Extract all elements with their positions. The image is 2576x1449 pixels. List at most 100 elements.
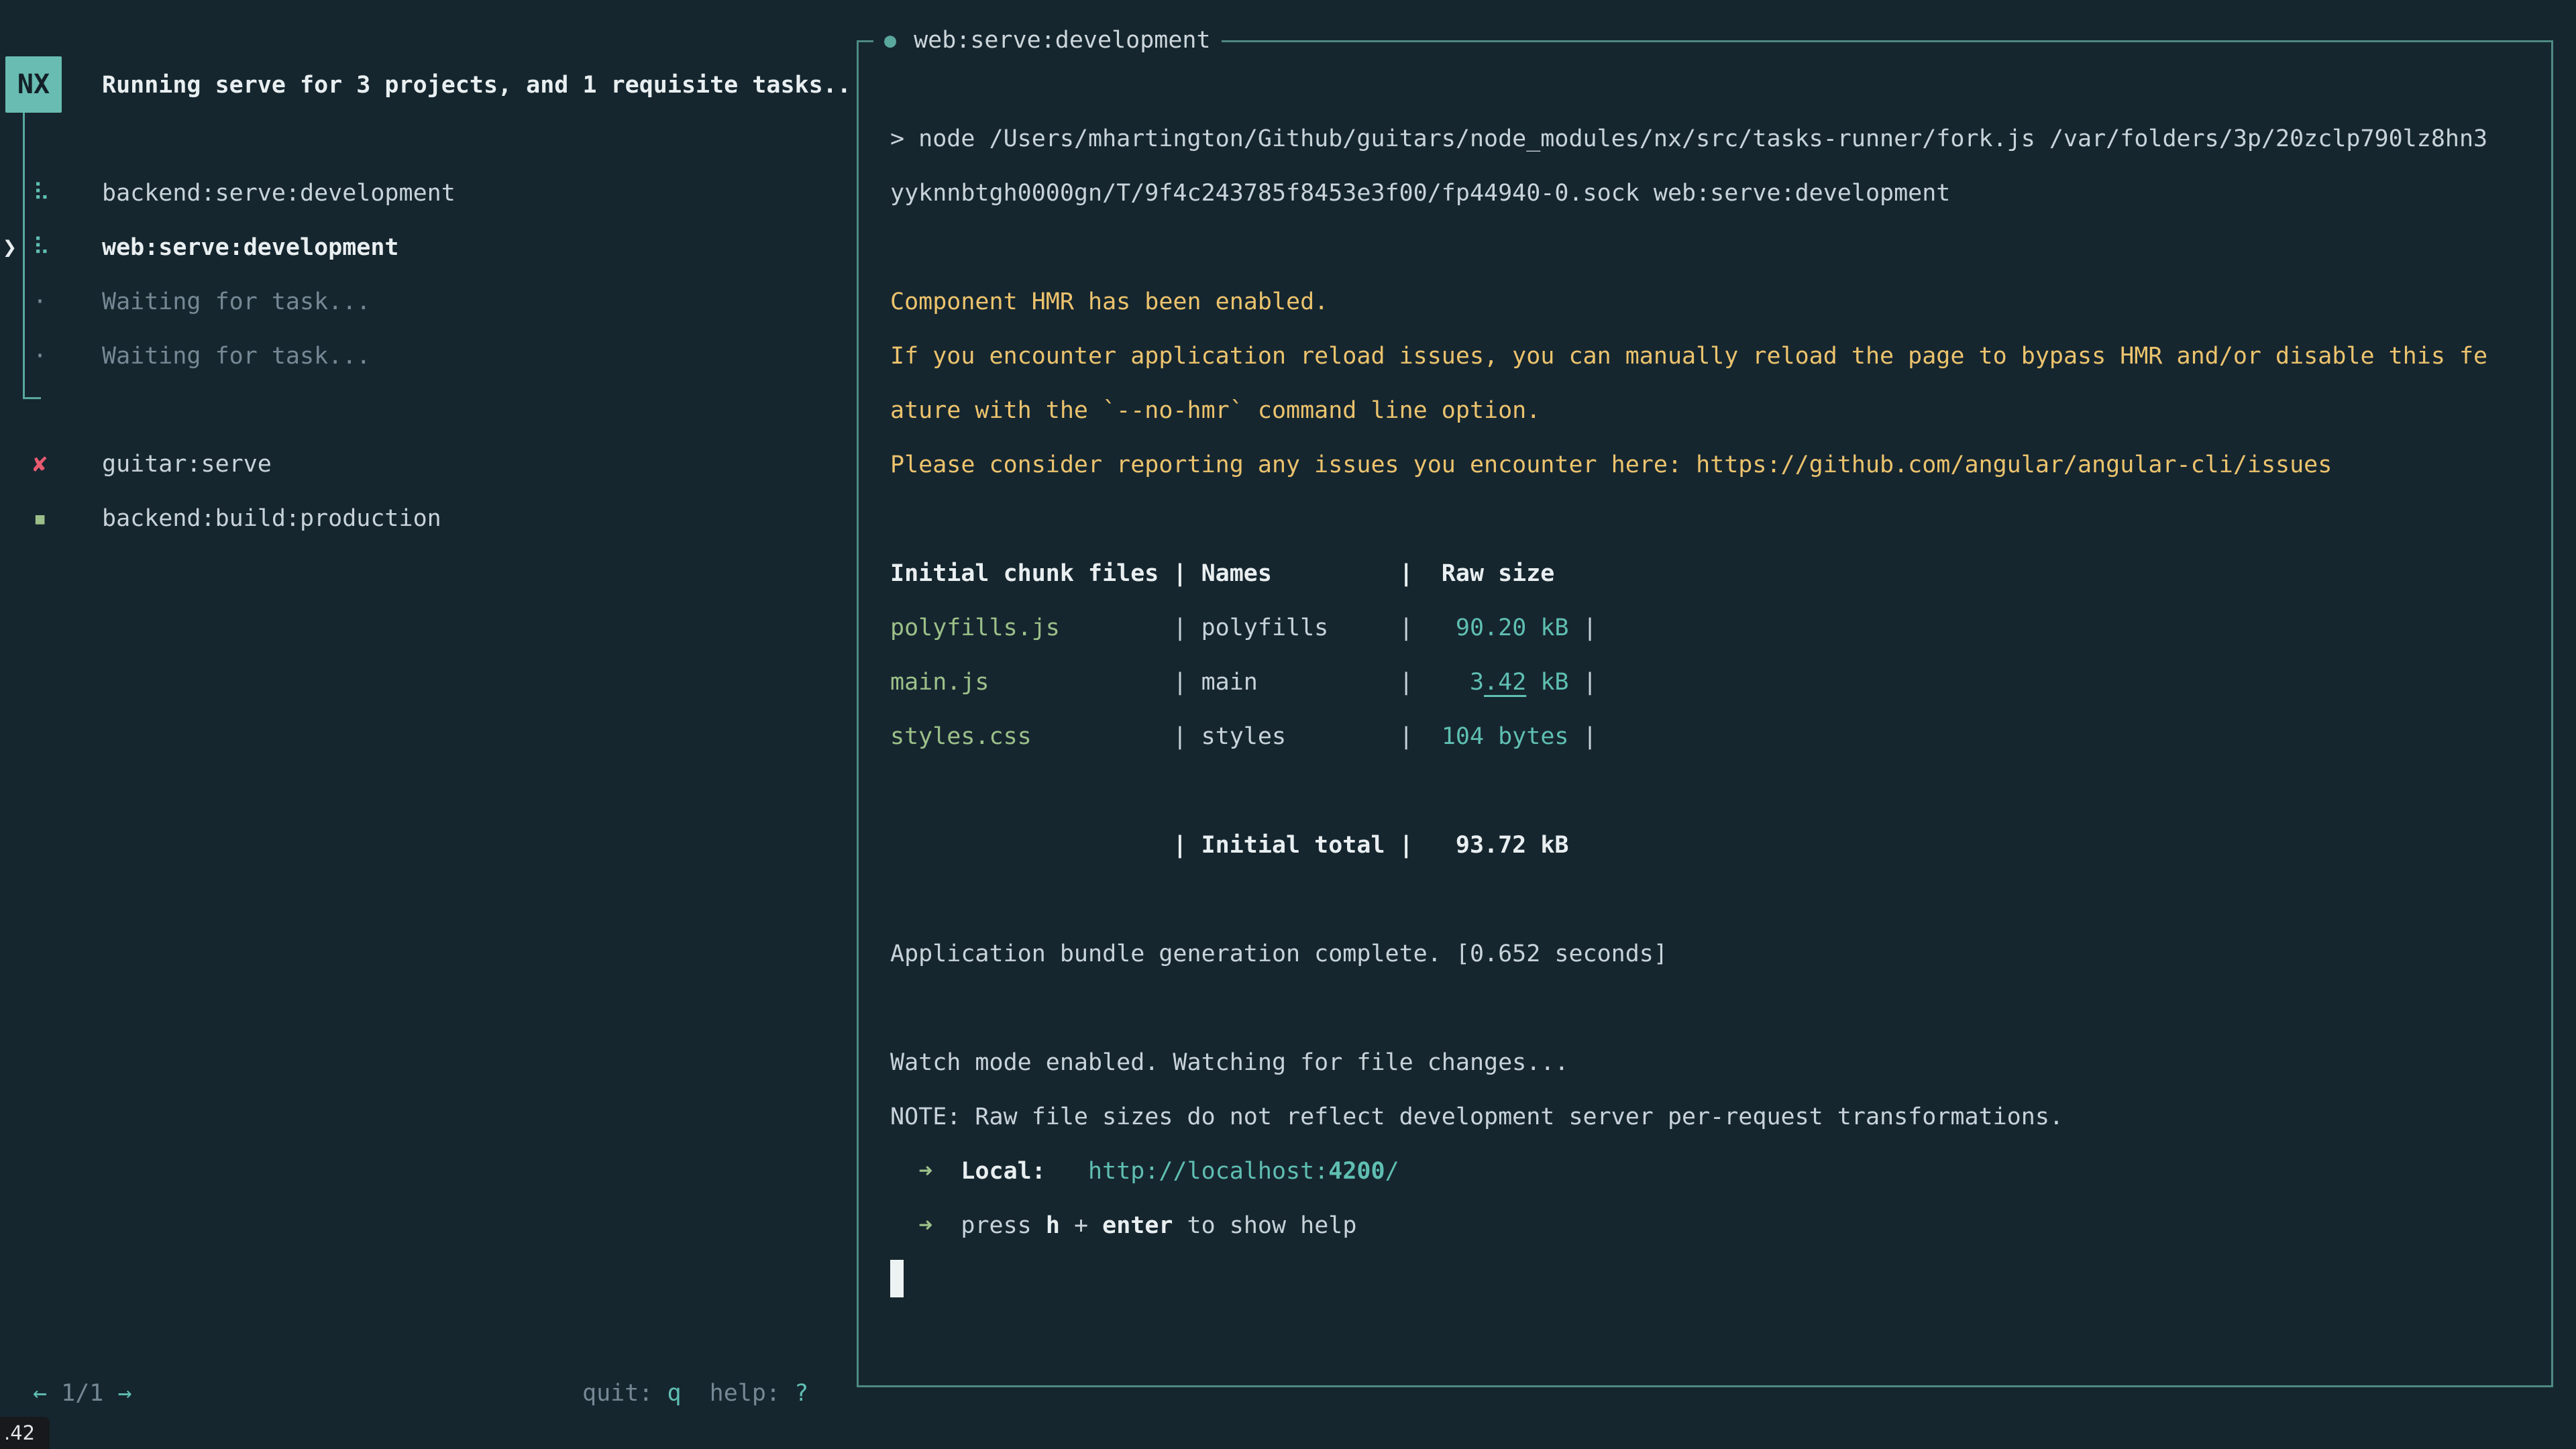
text-segment: Initial chunk files | Names | Raw size (890, 560, 1554, 587)
keyboard-hints: quit: q help: ? (582, 1368, 808, 1418)
spinner-icon: ⠧ (33, 166, 50, 221)
pending-dot-icon: · (33, 275, 47, 329)
pending-dot-icon: · (33, 329, 47, 384)
local-url-link[interactable]: http://localhost: (1088, 1158, 1328, 1185)
terminal-line: ➜ press h + enter to show help (890, 1199, 2534, 1253)
task-label: guitar:serve (102, 451, 272, 478)
text-segment: kB (1526, 669, 1568, 696)
text-segment (1428, 723, 1442, 750)
terminal-line: ature with the `--no-hmr` command line o… (890, 384, 2534, 438)
text-segment: press (961, 1212, 1045, 1239)
task-row[interactable]: ⠧ backend:serve:development (0, 166, 852, 221)
text-segment: 104 bytes (1442, 723, 1569, 750)
terminal-line: Component HMR has been enabled. (890, 275, 2534, 329)
text-segment (1428, 614, 1456, 641)
text-segment: Please consider reporting any issues you… (890, 451, 2332, 478)
status-overlay: .42 (0, 1417, 50, 1449)
terminal-line: main.js | main | 3.42 kB | (890, 655, 2534, 710)
text-segment: Initial total (1201, 832, 1385, 859)
text-segment: 90.20 kB (1456, 614, 1569, 641)
text-segment: h (1046, 1212, 1060, 1239)
terminal-line: If you encounter application reload issu… (890, 329, 2534, 384)
panel-title: ● web:serve:development (873, 19, 1222, 62)
text-segment: 93.72 kB (1428, 832, 1569, 859)
task-row[interactable]: ❯ ⠧ web:serve:development (0, 221, 852, 275)
text-segment: enter (1102, 1212, 1173, 1239)
text-segment: + (1060, 1212, 1102, 1239)
quit-hint-label: quit: (582, 1380, 667, 1407)
task-label: Waiting for task... (102, 288, 370, 315)
task-row[interactable]: ✘ guitar:serve (0, 437, 852, 492)
text-segment: polyfills | (1201, 614, 1428, 641)
terminal-line: Watch mode enabled. Watching for file ch… (890, 1036, 2534, 1090)
task-row[interactable]: ▪ backend:build:production (0, 492, 852, 546)
text-segment: Component HMR has been enabled. (890, 288, 1328, 315)
terminal-line: ➜ Local: http://localhost:4200/ (890, 1144, 2534, 1199)
terminal-line (890, 1253, 2534, 1307)
task-row[interactable]: ·Waiting for task... (0, 329, 852, 384)
text-segment: Watch mode enabled. Watching for file ch… (890, 1049, 1568, 1076)
help-hint-label: help: (710, 1380, 794, 1407)
text-segment: main | (1201, 669, 1428, 696)
spinner-icon: ⠧ (33, 221, 50, 275)
task-list: ⠧ backend:serve:development ❯ ⠧ web:serve:de… (0, 166, 852, 384)
run-summary-title: Running serve for 3 projects, and 1 requ… (102, 70, 851, 101)
terminal-line: styles.css | styles | 104 bytes | (890, 710, 2534, 764)
text-segment (890, 1158, 918, 1185)
hint-separator (682, 1380, 710, 1407)
task-label: backend:serve:development (102, 180, 455, 207)
task-label: web:serve:development (102, 234, 399, 261)
terminal-output: > node /Users/mhartington/Github/guitars… (890, 112, 2534, 1307)
text-segment: If you encounter application reload issu… (890, 343, 2487, 370)
text-segment: | (1568, 669, 1597, 696)
text-segment: | (1568, 614, 1597, 641)
pager-prev-icon[interactable]: ← (33, 1380, 47, 1407)
terminal-line: Application bundle generation complete. … (890, 927, 2534, 981)
task-label: backend:build:production (102, 505, 441, 532)
panel-title-text: web:serve:development (914, 27, 1211, 54)
selected-chevron-icon: ❯ (3, 221, 17, 275)
text-segment: Application bundle generation complete. … (890, 941, 1668, 967)
text-segment: Local: (961, 1158, 1045, 1185)
text-segment: styles.css (890, 723, 1032, 750)
text-segment: to show help (1173, 1212, 1356, 1239)
nx-logo: NX (5, 56, 62, 113)
running-bullet-icon: ● (884, 29, 896, 52)
text-segment (1428, 669, 1470, 696)
help-key: ? (794, 1380, 808, 1407)
text-segment: main.js (890, 669, 989, 696)
text-segment[interactable]: / (1385, 1158, 1399, 1185)
text-segment (932, 1158, 961, 1185)
terminal-line: polyfills.js | polyfills | 90.20 kB | (890, 601, 2534, 655)
terminal-line: | Initial total | 93.72 kB (890, 818, 2534, 873)
success-square-icon: ▪ (33, 492, 47, 546)
text-segment (890, 1212, 918, 1239)
text-segment: ature with the `--no-hmr` command line o… (890, 397, 1540, 424)
pager-page-indicator: 1/1 (47, 1380, 117, 1407)
terminal-line: Please consider reporting any issues you… (890, 438, 2534, 492)
text-segment: styles | (1201, 723, 1428, 750)
text-segment: > node /Users/mhartington/Github/guitars… (890, 125, 2487, 152)
text-segment: | (1568, 723, 1597, 750)
text-segment: yyknnbtgh0000gn/T/9f4c243785f8453e3f00/f… (890, 180, 1950, 207)
terminal-line: Initial chunk files | Names | Raw size (890, 547, 2534, 601)
text-segment: | (1032, 723, 1201, 750)
quit-key: q (667, 1380, 681, 1407)
terminal-cursor (890, 1260, 904, 1297)
text-segment: | (989, 669, 1201, 696)
local-url-port[interactable]: 4200 (1328, 1158, 1385, 1185)
text-segment: | (1060, 614, 1201, 641)
pager-next-icon[interactable]: → (117, 1380, 131, 1407)
completed-task-list: ✘ guitar:serve ▪ backend:build:production (0, 437, 852, 546)
terminal-line (890, 764, 2534, 818)
text-segment: | (1385, 832, 1428, 859)
text-segment (1046, 1158, 1088, 1185)
terminal-line: yyknnbtgh0000gn/T/9f4c243785f8453e3f00/f… (890, 166, 2534, 221)
failed-x-icon: ✘ (33, 437, 47, 492)
task-row[interactable]: · Waiting for task... (0, 275, 852, 329)
terminal-line (890, 221, 2534, 275)
terminal-line: > node /Users/mhartington/Github/guitars… (890, 112, 2534, 166)
text-segment: | (890, 832, 1201, 859)
text-segment: NOTE: Raw file sizes do not reflect deve… (890, 1104, 2063, 1130)
text-segment (932, 1212, 961, 1239)
